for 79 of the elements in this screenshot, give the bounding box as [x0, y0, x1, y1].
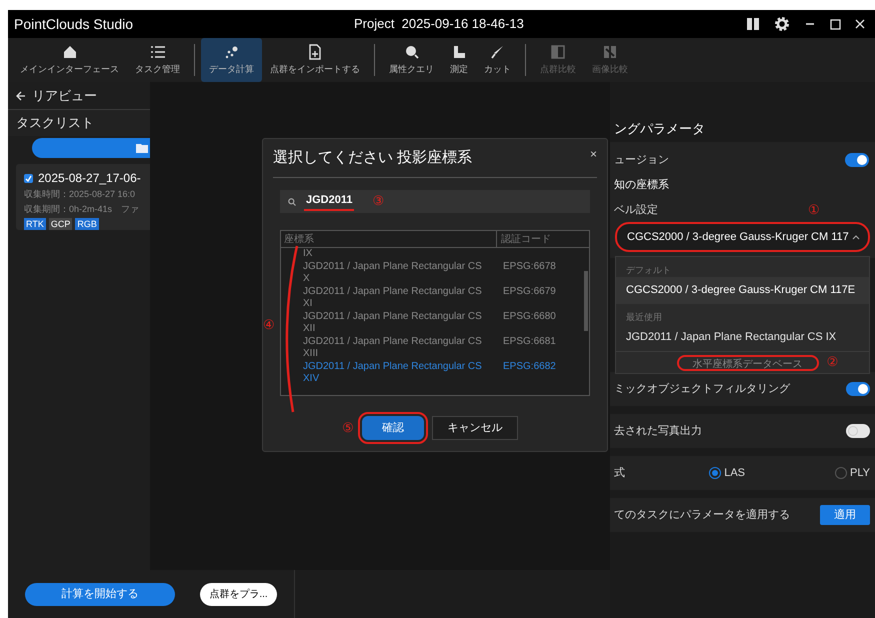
preview-button[interactable]: 点群をプラ...	[200, 583, 277, 606]
dialog-title: 選択してください 投影座標系	[273, 148, 472, 168]
setting-label: 知の座標系	[614, 178, 669, 193]
toolbar-button[interactable]: データ計算	[201, 38, 262, 82]
check-icon	[25, 174, 32, 182]
setting-label: ュージョン	[614, 152, 669, 168]
task-detail: 収集時間：2025-08-27 16:0	[24, 188, 136, 201]
table-row[interactable]: JGD2011 / Japan Plane Rectangular CS XI EPSG:6679	[281, 285, 583, 310]
database-link[interactable]: 水平座標系データベース	[676, 354, 819, 370]
menu-item[interactable]: JGD2011 / Japan Plane Rectangular CS IX	[616, 324, 869, 351]
apply-button[interactable]: 適用	[820, 505, 870, 525]
task-card[interactable]: 2025-08-27_17-06- 収集時間：2025-08-27 16:0 収集期間：0h-2m-41s ファ RTK GCP RGB	[16, 164, 150, 230]
setting-label: 式	[614, 466, 625, 481]
split-square-icon	[550, 44, 566, 60]
setting-label: 去された写真出力	[614, 424, 702, 439]
import-folder-button[interactable]	[32, 138, 150, 158]
toggle-switch[interactable]	[846, 382, 870, 396]
annotation-number: ③	[372, 195, 384, 208]
toolbar-button[interactable]: 点群をインポートする	[262, 38, 368, 82]
annotation-number: ④	[263, 319, 275, 332]
checkbox[interactable]	[24, 174, 33, 182]
knife-icon	[490, 44, 506, 60]
app-title: PointClouds Studio	[14, 14, 134, 34]
menu-item[interactable]: CGCS2000 / 3-degree Gauss-Kruger CM 117E	[616, 277, 869, 304]
folder-icon	[136, 143, 148, 153]
tag: RTK	[24, 218, 46, 230]
cancel-button[interactable]: キャンセル	[432, 416, 518, 440]
annotation-number: ②	[826, 356, 838, 369]
chevron-up-icon	[852, 234, 860, 240]
toolbar-button[interactable]: タスク管理	[127, 38, 188, 82]
list-icon	[150, 44, 166, 60]
toolbar-button[interactable]: 測定	[442, 38, 476, 82]
coordinate-dropdown[interactable]: CGCS2000 / 3-degree Gauss-Kruger CM 117	[615, 222, 870, 252]
close-icon[interactable]	[855, 19, 865, 29]
split-image-icon	[602, 44, 618, 60]
panel-title: タスクリスト	[16, 114, 94, 132]
search-value: JGD2011	[304, 192, 354, 211]
scrollbar[interactable]	[584, 271, 588, 331]
search-icon	[404, 44, 420, 60]
search-field[interactable]: JGD2011 ③	[280, 190, 590, 213]
menu-group-title: デフォルト	[626, 264, 671, 276]
annotation-number: ⑤	[342, 422, 354, 434]
column-header: 座標系	[281, 231, 497, 247]
task-name: 2025-08-27_17-06-	[38, 170, 141, 187]
toggle-switch[interactable]	[845, 153, 869, 167]
tag: GCP	[48, 218, 72, 230]
tag: RGB	[75, 218, 99, 230]
toolbar-button[interactable]: メインインターフェース	[12, 38, 127, 82]
toolbar-button[interactable]: カット	[476, 38, 519, 82]
book-icon[interactable]	[746, 17, 760, 31]
toggle-switch[interactable]	[846, 424, 870, 438]
back-arrow-icon	[16, 90, 26, 100]
scatter-dots-icon	[224, 44, 240, 60]
panel-title: ングパラメータ	[614, 120, 705, 138]
file-plus-icon	[307, 44, 323, 60]
task-detail: 収集期間：0h-2m-41s ファ	[24, 202, 140, 216]
start-calculation-button[interactable]: 計算を開始する	[25, 583, 175, 606]
confirm-button[interactable]: 確認	[362, 416, 424, 440]
setting-label: てのタスクにパラメータを適用する	[614, 508, 790, 523]
table-row[interactable]: JGD2011 / Japan Plane Rectangular CS XIV EPSG:6682	[281, 360, 583, 385]
setting-label: ベル設定	[614, 202, 658, 218]
window-title: Project 2025-09-16 18-46-13	[354, 15, 524, 34]
close-button[interactable]: ×	[590, 145, 597, 163]
maximize-icon[interactable]	[830, 18, 841, 30]
radio-button[interactable]: LAS	[709, 464, 746, 482]
ruler-icon	[451, 44, 467, 60]
menu-group-title: 最近使用	[626, 310, 662, 324]
table-row[interactable]: JGD2011 / Japan Plane Rectangular CS X EPSG:6678	[281, 260, 583, 285]
settings-icon[interactable]	[774, 16, 790, 32]
radio-button[interactable]: PLY	[835, 464, 870, 482]
column-header: 認証コード	[500, 232, 551, 246]
toolbar-button[interactable]: 属性クエリ	[381, 38, 442, 82]
table-row[interactable]: JGD2011 / Japan Plane Rectangular CS XII EPSG:6680	[281, 310, 583, 335]
annotation-number: ①	[808, 204, 820, 216]
table-row[interactable]: IX	[281, 248, 583, 260]
home-icon	[62, 44, 78, 60]
search-icon	[288, 198, 296, 206]
setting-label: ミックオブジェクトフィルタリング	[614, 382, 790, 397]
table-row[interactable]: JGD2011 / Japan Plane Rectangular CS XIII EPSG:6681	[281, 335, 583, 360]
